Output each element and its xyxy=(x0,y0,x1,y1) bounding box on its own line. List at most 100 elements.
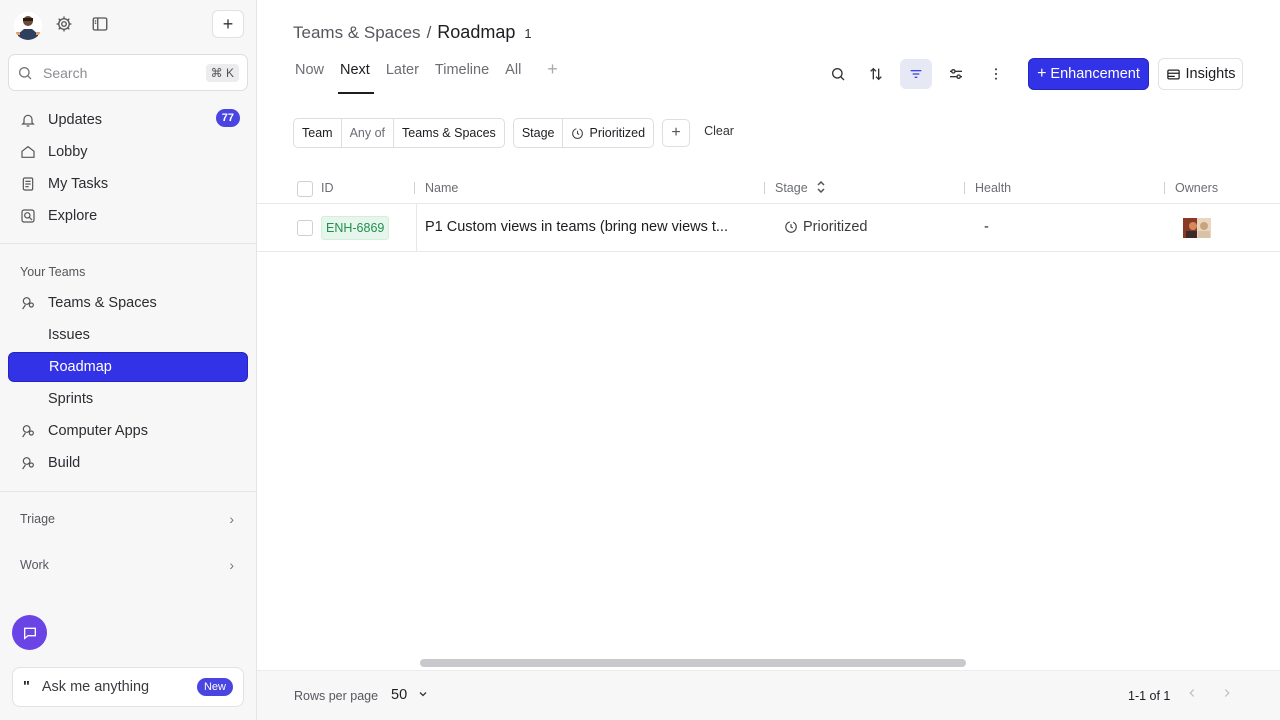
rows-per-page-label: Rows per page xyxy=(294,689,379,703)
home-icon xyxy=(20,144,36,160)
search-icon xyxy=(17,65,33,81)
sidebar-item-build[interactable]: Build xyxy=(8,448,248,478)
create-new-button[interactable]: + xyxy=(212,10,244,38)
add-filter-plus-icon[interactable]: + xyxy=(662,119,691,147)
select-all-checkbox[interactable] xyxy=(297,181,313,197)
sort-toggle-icon xyxy=(817,180,825,194)
clock-icon xyxy=(785,221,797,233)
column-header-label: Stage xyxy=(775,181,808,195)
issue-health[interactable]: - xyxy=(984,219,989,235)
bell-icon xyxy=(20,112,36,128)
column-header-health[interactable]: Health xyxy=(975,181,1011,195)
add-enhancement-button[interactable]: + Enhancement xyxy=(1028,58,1149,90)
sidebar-section-triage[interactable]: Triage › xyxy=(20,511,256,528)
insights-icon xyxy=(1166,67,1181,82)
breadcrumb-separator: / xyxy=(426,23,432,42)
previous-page-icon[interactable] xyxy=(1185,686,1199,703)
sidebar-item-updates[interactable]: Updates 77 xyxy=(8,105,248,135)
sidebar-section-work[interactable]: Work › xyxy=(20,557,256,574)
column-header-name[interactable]: Name xyxy=(425,181,458,195)
chevron-down-icon xyxy=(419,692,427,697)
sidebar-item-issues[interactable]: Issues xyxy=(8,320,248,350)
sidebar-item-teams-spaces[interactable]: Teams & Spaces xyxy=(8,288,248,318)
sidebar-item-label: Build xyxy=(48,455,81,471)
sidebar-item-label: Roadmap xyxy=(49,359,112,375)
issue-name[interactable]: P1 Custom views in teams (bring new view… xyxy=(425,219,728,235)
settings-gear-icon[interactable] xyxy=(50,10,78,38)
column-resize-handle[interactable] xyxy=(964,182,965,194)
breadcrumb-parent[interactable]: Teams & Spaces xyxy=(293,23,421,43)
view-tabs: Now Next Later Timeline All + xyxy=(295,59,558,94)
horizontal-scrollbar[interactable] xyxy=(420,659,966,667)
clock-icon xyxy=(572,127,584,139)
your-teams-label: Your Teams xyxy=(20,265,86,279)
tab-all[interactable]: All xyxy=(505,62,521,94)
item-count: 1 xyxy=(524,26,532,41)
search-icon[interactable] xyxy=(822,59,854,89)
team-icon xyxy=(20,295,36,311)
filter-value-wrap[interactable]: Prioritized xyxy=(563,119,653,147)
issue-stage[interactable]: Prioritized xyxy=(784,219,867,235)
chevron-right-icon: › xyxy=(229,511,234,527)
user-avatar[interactable] xyxy=(14,12,42,40)
chat-button[interactable] xyxy=(12,615,47,650)
sidebar-item-label: Updates xyxy=(48,112,103,128)
sidebar-toggle-icon[interactable] xyxy=(86,10,114,38)
filter-bar: Team Any of Teams & Spaces Stage Priorit… xyxy=(293,118,734,148)
sidebar-item-roadmap[interactable]: Roadmap xyxy=(8,352,248,382)
ask-ai-label: Ask me anything xyxy=(41,679,150,695)
ask-ai-input[interactable]: " Ask me anything New xyxy=(12,667,244,707)
sidebar-item-label: Teams & Spaces xyxy=(48,295,157,311)
team-icon xyxy=(20,423,36,439)
chevron-right-icon: › xyxy=(229,557,234,573)
column-header-id[interactable]: ID xyxy=(321,181,334,195)
sidebar-item-computer-apps[interactable]: Computer Apps xyxy=(8,416,248,446)
search-input[interactable]: Search ⌘ K xyxy=(8,54,248,91)
sidebar-item-lobby[interactable]: Lobby xyxy=(8,137,248,167)
tab-next[interactable]: Next xyxy=(338,62,374,94)
filter-operator[interactable]: Any of xyxy=(342,119,395,147)
tab-later[interactable]: Later xyxy=(386,62,419,94)
sidebar-item-my-tasks[interactable]: My Tasks xyxy=(8,169,248,199)
tab-now[interactable]: Now xyxy=(295,62,324,94)
clear-filters-button[interactable]: Clear xyxy=(704,124,734,138)
sidebar-item-sprints[interactable]: Sprints xyxy=(8,384,248,414)
sort-icon[interactable] xyxy=(860,59,892,89)
insights-button[interactable]: Insights xyxy=(1158,58,1243,90)
more-options-icon[interactable] xyxy=(980,59,1012,89)
sidebar-item-explore[interactable]: Explore xyxy=(8,201,248,231)
filter-field[interactable]: Team xyxy=(294,119,342,147)
team-filter-chip[interactable]: Team Any of Teams & Spaces xyxy=(293,118,505,148)
document-icon xyxy=(20,176,36,192)
filter-value: Prioritized xyxy=(589,126,646,140)
column-resize-handle[interactable] xyxy=(1164,182,1165,194)
column-resize-handle[interactable] xyxy=(764,182,765,194)
column-resize-handle[interactable] xyxy=(414,182,415,194)
add-view-plus-icon[interactable]: + xyxy=(547,59,558,94)
column-header-owners[interactable]: Owners xyxy=(1175,181,1218,195)
rows-per-page-select[interactable]: 50 xyxy=(391,687,429,703)
filter-icon[interactable] xyxy=(900,59,932,89)
next-page-icon[interactable] xyxy=(1220,686,1234,703)
owner-avatar[interactable] xyxy=(1197,218,1211,238)
row-checkbox[interactable] xyxy=(297,220,313,236)
sidebar-item-label: Sprints xyxy=(48,391,94,407)
search-placeholder: Search xyxy=(43,64,88,81)
column-header-stage[interactable]: Stage xyxy=(775,180,826,195)
updates-count-badge: 77 xyxy=(215,109,240,127)
breadcrumb: Teams & Spaces / Roadmap 1 xyxy=(293,22,532,43)
plus-icon: + xyxy=(1037,65,1047,82)
owners-avatars[interactable] xyxy=(1183,218,1211,238)
stage-filter-chip[interactable]: Stage Prioritized xyxy=(512,118,655,148)
insights-label: Insights xyxy=(1185,66,1236,82)
filter-field[interactable]: Stage xyxy=(514,119,564,147)
quote-icon: " xyxy=(23,679,30,695)
display-settings-icon[interactable] xyxy=(940,59,972,89)
sidebar-top-bar: + xyxy=(12,10,244,40)
table-row[interactable]: ENH-6869 P1 Custom views in teams (bring… xyxy=(257,204,1280,252)
section-label: Triage xyxy=(20,512,55,526)
plus-icon: + xyxy=(222,13,234,34)
issue-id[interactable]: ENH-6869 xyxy=(321,216,390,240)
filter-value[interactable]: Teams & Spaces xyxy=(394,119,504,147)
tab-timeline[interactable]: Timeline xyxy=(435,62,489,94)
